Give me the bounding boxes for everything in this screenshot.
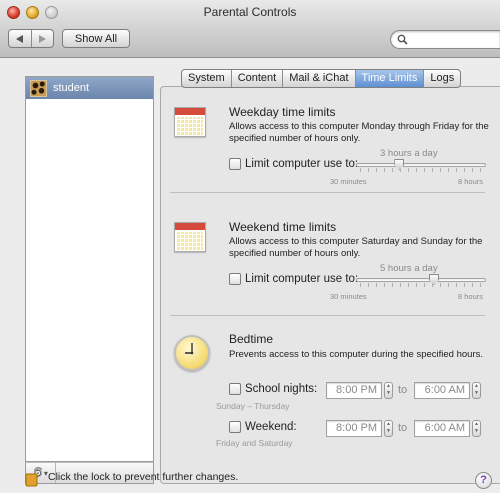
school-nights-from-stepper[interactable]: ▲ ▼: [384, 382, 393, 399]
weekend-bedtime-sublabel: Friday and Saturday: [216, 438, 293, 448]
lock-icon[interactable]: [25, 465, 42, 487]
weekend-bedtime-label: Weekend:: [245, 421, 297, 433]
weekday-description: Allows access to this computer Monday th…: [229, 121, 489, 144]
weekend-limit-checkbox[interactable]: [229, 273, 241, 285]
show-all-button[interactable]: Show All: [62, 29, 130, 48]
school-nights-checkbox[interactable]: [229, 383, 241, 395]
weekend-limit-checkbox-row[interactable]: Limit computer use to:: [229, 273, 358, 285]
weekend-bedtime-from-stepper[interactable]: ▲ ▼: [384, 420, 393, 437]
tab-time-limits[interactable]: Time Limits: [355, 70, 425, 87]
search-icon: [397, 34, 408, 45]
school-nights-to-field[interactable]: 6:00 AM: [414, 382, 470, 399]
weekday-limit-checkbox[interactable]: [229, 158, 241, 170]
tab-content[interactable]: Content: [232, 70, 284, 87]
user-row-student[interactable]: student: [26, 77, 153, 99]
school-nights-label: School nights:: [245, 383, 318, 395]
clock-icon: [174, 335, 210, 371]
tab-mail-ichat[interactable]: Mail & iChat: [283, 70, 356, 87]
school-nights-to-label: to: [398, 384, 408, 396]
triangle-left-icon: [16, 34, 24, 43]
title-bar: Parental Controls Show All: [0, 0, 500, 58]
bedtime-description: Prevents access to this computer during …: [229, 349, 483, 360]
calendar-icon: [174, 222, 206, 252]
tab-bar: System Content Mail & iChat Time Limits …: [181, 69, 462, 88]
weekend-bedtime-to-label: to: [398, 422, 408, 434]
weekday-slider[interactable]: [356, 163, 486, 167]
user-list: student: [25, 76, 154, 462]
weekend-slider-min: 30 minutes: [330, 292, 367, 301]
weekday-title: Weekday time limits: [229, 105, 336, 119]
weekend-section: Weekend time limits Allows access to thi…: [162, 217, 492, 317]
calendar-icon: [174, 107, 206, 137]
forward-button[interactable]: [32, 30, 54, 47]
back-button[interactable]: [9, 30, 32, 47]
weekend-bedtime-to-stepper[interactable]: ▲ ▼: [472, 420, 481, 437]
section-divider: [170, 315, 485, 316]
weekend-slider-value: 5 hours a day: [380, 263, 438, 274]
weekday-section: Weekday time limits Allows access to thi…: [162, 102, 492, 202]
search-field[interactable]: [390, 30, 500, 49]
window-title: Parental Controls: [203, 5, 297, 19]
bedtime-section: Bedtime Prevents access to this computer…: [162, 329, 492, 459]
tab-logs[interactable]: Logs: [424, 70, 460, 87]
user-name: student: [53, 82, 90, 94]
weekend-title: Weekend time limits: [229, 220, 337, 234]
section-divider: [170, 192, 485, 193]
school-nights-from-field[interactable]: 8:00 PM: [326, 382, 382, 399]
weekend-bedtime-checkbox[interactable]: [229, 421, 241, 433]
tab-system[interactable]: System: [182, 70, 232, 87]
back-forward-control: [8, 29, 54, 48]
weekend-description: Allows access to this computer Saturday …: [229, 236, 483, 259]
weekday-limit-label: Limit computer use to:: [245, 158, 359, 170]
school-nights-checkbox-row[interactable]: School nights:: [229, 383, 317, 395]
preference-pane: student ⚙ ▾ System Content Mail & iChat T…: [0, 59, 500, 493]
lock-message: Click the lock to prevent further change…: [48, 471, 239, 483]
weekend-bedtime-from-field[interactable]: 8:00 PM: [326, 420, 382, 437]
user-avatar: [30, 79, 47, 97]
weekday-slider-min: 30 minutes: [330, 177, 367, 186]
weekend-slider-max: 8 hours: [458, 292, 484, 301]
weekday-slider-value: 3 hours a day: [380, 148, 438, 159]
weekend-slider[interactable]: [356, 278, 486, 282]
weekend-bedtime-to-field[interactable]: 6:00 AM: [414, 420, 470, 437]
weekday-limit-checkbox-row[interactable]: Limit computer use to:: [229, 158, 358, 170]
school-nights-to-stepper[interactable]: ▲ ▼: [472, 382, 481, 399]
help-button[interactable]: ?: [475, 472, 492, 489]
weekend-bedtime-checkbox-row[interactable]: Weekend:: [229, 421, 297, 433]
bedtime-title: Bedtime: [229, 332, 274, 346]
weekday-slider-max: 8 hours: [458, 177, 484, 186]
triangle-right-icon: [38, 34, 46, 43]
school-nights-sublabel: Sunday – Thursday: [216, 401, 290, 411]
weekend-limit-label: Limit computer use to:: [245, 273, 359, 285]
